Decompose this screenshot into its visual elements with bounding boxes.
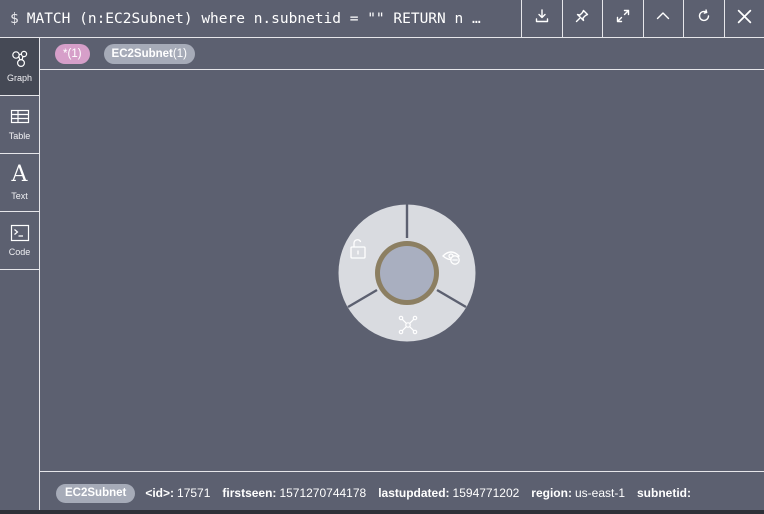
query-editor[interactable]: $ MATCH (n:EC2Subnet) where n.subnetid = … bbox=[0, 0, 521, 38]
rerun-button[interactable] bbox=[683, 0, 724, 38]
bottom-edge bbox=[0, 510, 764, 514]
rail-label: Text bbox=[11, 191, 28, 201]
download-icon bbox=[535, 8, 548, 22]
view-rail: Graph Table A Text Code bbox=[0, 38, 40, 514]
close-button[interactable] bbox=[723, 0, 764, 38]
query-prompt: $ bbox=[10, 10, 19, 27]
rail-label: Table bbox=[8, 131, 31, 141]
download-button[interactable] bbox=[521, 0, 562, 38]
rail-item-text[interactable]: A Text bbox=[0, 154, 39, 212]
graph-canvas[interactable] bbox=[40, 71, 764, 471]
label-chips-row: *(1) EC2Subnet(1) bbox=[40, 38, 764, 70]
prop-subnetid: subnetid: bbox=[637, 486, 694, 500]
chip-count: (1) bbox=[172, 47, 187, 60]
close-icon bbox=[737, 9, 751, 23]
node-details-bar: EC2Subnet <id>: 17571 firstseen: 157127074… bbox=[40, 471, 764, 514]
prop-value: 1571270744178 bbox=[279, 486, 367, 500]
chip-label: EC2Subnet bbox=[111, 47, 173, 60]
rail-item-graph[interactable]: Graph bbox=[0, 38, 39, 96]
ec2subnet-node[interactable] bbox=[380, 246, 434, 300]
prop-key: lastupdated: bbox=[378, 486, 450, 500]
prop-lastupdated: lastupdated: 1594771202 bbox=[378, 486, 519, 500]
rail-item-table[interactable]: Table bbox=[0, 96, 39, 154]
rail-label: Graph bbox=[6, 73, 32, 83]
text-icon: A bbox=[11, 162, 28, 187]
prop-key: region: bbox=[531, 486, 572, 500]
prop-key: <id>: bbox=[145, 486, 175, 500]
fullscreen-button[interactable] bbox=[602, 0, 643, 38]
collapse-icon bbox=[657, 11, 670, 19]
prop-value: 1594771202 bbox=[452, 486, 520, 500]
pin-button[interactable] bbox=[561, 0, 603, 38]
prop-id: <id>: 17571 bbox=[145, 486, 210, 500]
query-text: MATCH (n:EC2Subnet) where n.subnetid = "… bbox=[26, 10, 481, 27]
details-label-chip[interactable]: EC2Subnet bbox=[56, 483, 136, 503]
rail-label: Code bbox=[8, 247, 31, 257]
prop-value: us-east-1 bbox=[574, 486, 625, 500]
prop-firstseen: firstseen: 1571270744178 bbox=[222, 486, 366, 500]
chip-all-nodes[interactable]: *(1) bbox=[55, 43, 90, 64]
graph-svg bbox=[338, 204, 476, 342]
graph-icon bbox=[11, 50, 27, 68]
table-icon bbox=[10, 109, 29, 124]
prop-key: firstseen: bbox=[222, 486, 277, 500]
rerun-icon bbox=[698, 8, 709, 21]
prop-key: subnetid: bbox=[637, 486, 691, 500]
fullscreen-icon bbox=[616, 9, 629, 22]
prop-value: 17571 bbox=[177, 486, 211, 500]
query-bar: $ MATCH (n:EC2Subnet) where n.subnetid = … bbox=[0, 0, 764, 38]
chip-count: (1) bbox=[67, 47, 82, 60]
pin-icon bbox=[576, 9, 589, 22]
rail-item-code[interactable]: Code bbox=[0, 212, 39, 270]
chip-ec2subnet[interactable]: EC2Subnet(1) bbox=[103, 43, 195, 64]
collapse-button[interactable] bbox=[642, 0, 684, 38]
code-icon bbox=[10, 224, 29, 242]
prop-region: region: us-east-1 bbox=[531, 486, 625, 500]
